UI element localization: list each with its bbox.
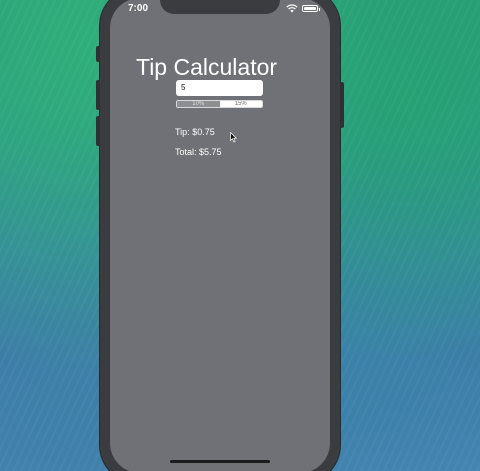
mute-switch — [96, 46, 100, 62]
total-value: $5.75 — [199, 147, 222, 157]
volume-down-button — [96, 116, 100, 146]
desktop-wallpaper: 7:00 Tip Calculator 5 10% 15% Tip: $0.75 — [0, 0, 480, 471]
notch — [160, 0, 280, 14]
wifi-icon — [286, 4, 298, 13]
tip-option-10[interactable]: 10% — [177, 101, 220, 107]
status-time: 7:00 — [128, 3, 149, 14]
tip-percentage-control[interactable]: 10% 15% — [176, 100, 263, 108]
total-amount-row: Total: $5.75 — [175, 147, 222, 157]
page-title: Tip Calculator — [136, 54, 278, 80]
total-label: Total: — [175, 147, 197, 157]
tip-value: $0.75 — [192, 127, 215, 137]
home-indicator — [170, 460, 270, 463]
status-icons — [286, 4, 320, 13]
phone-frame: 7:00 Tip Calculator 5 10% 15% Tip: $0.75 — [96, 0, 344, 471]
volume-up-button — [96, 80, 100, 110]
tip-label: Tip: — [175, 127, 190, 137]
cursor-icon — [230, 132, 238, 143]
tip-amount-row: Tip: $0.75 — [175, 127, 215, 137]
bill-amount-input[interactable]: 5 — [176, 80, 263, 96]
power-button — [340, 82, 344, 128]
phone-screen: 7:00 Tip Calculator 5 10% 15% Tip: $0.75 — [110, 0, 330, 471]
battery-icon — [302, 5, 320, 12]
tip-option-15[interactable]: 15% — [219, 101, 262, 107]
